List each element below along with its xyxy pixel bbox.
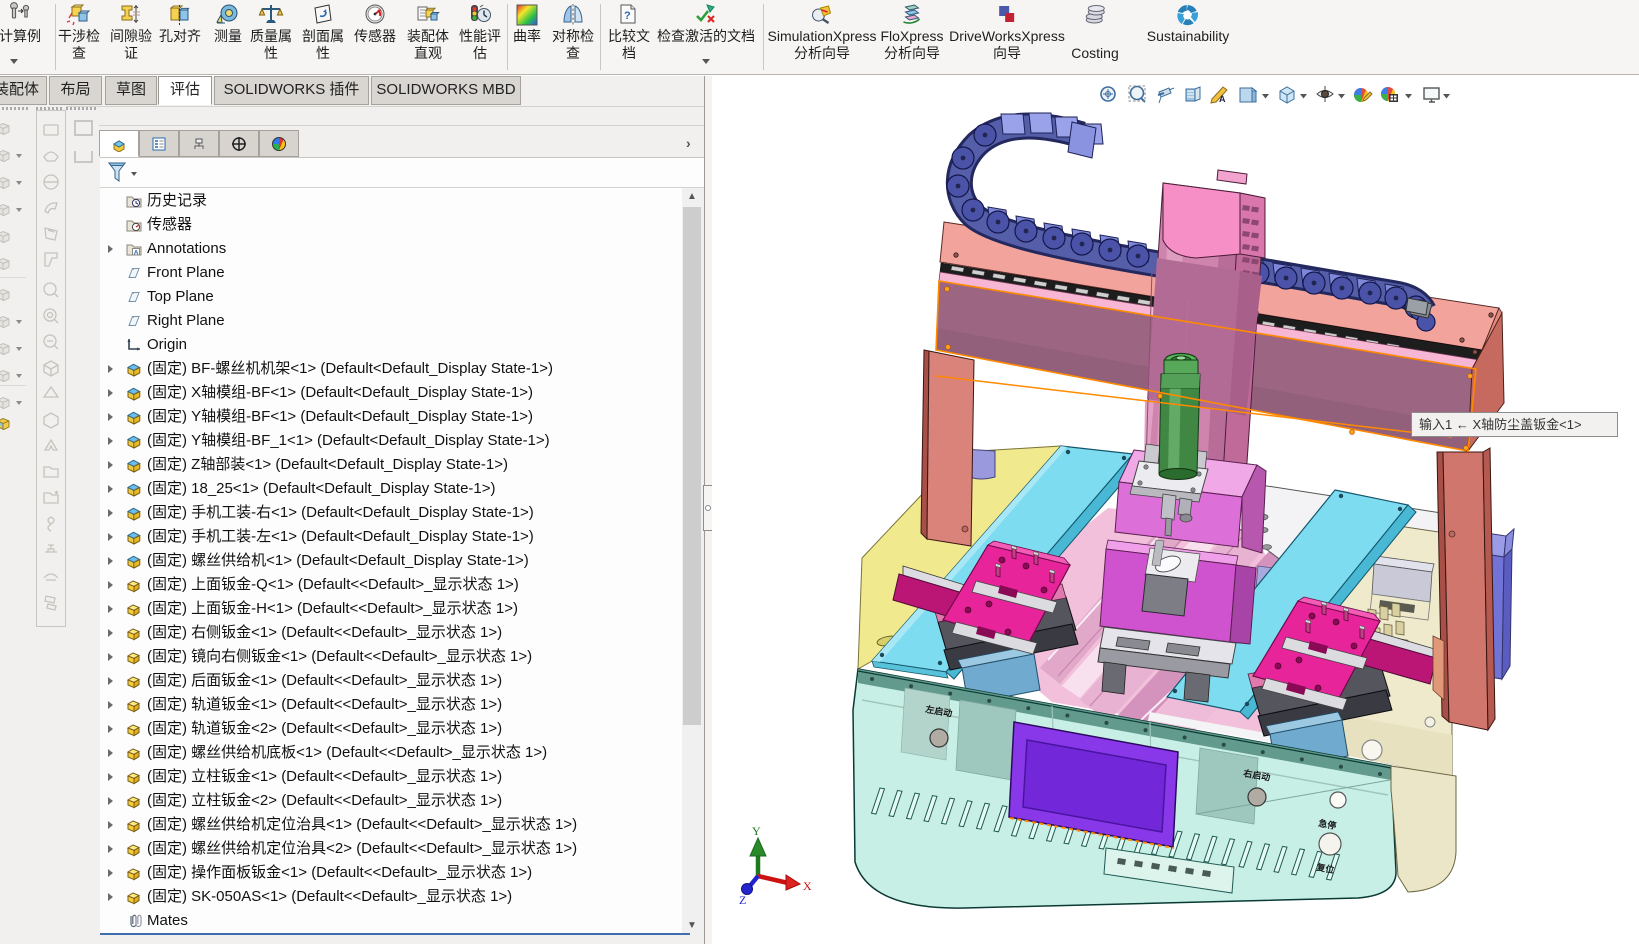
svg-text:Z: Z bbox=[739, 893, 746, 907]
svg-text:?: ? bbox=[624, 10, 631, 22]
svg-text:X: X bbox=[803, 879, 812, 893]
svg-text:Y: Y bbox=[752, 824, 761, 838]
svg-text:A: A bbox=[134, 249, 139, 256]
svg-text:A: A bbox=[1219, 94, 1226, 104]
